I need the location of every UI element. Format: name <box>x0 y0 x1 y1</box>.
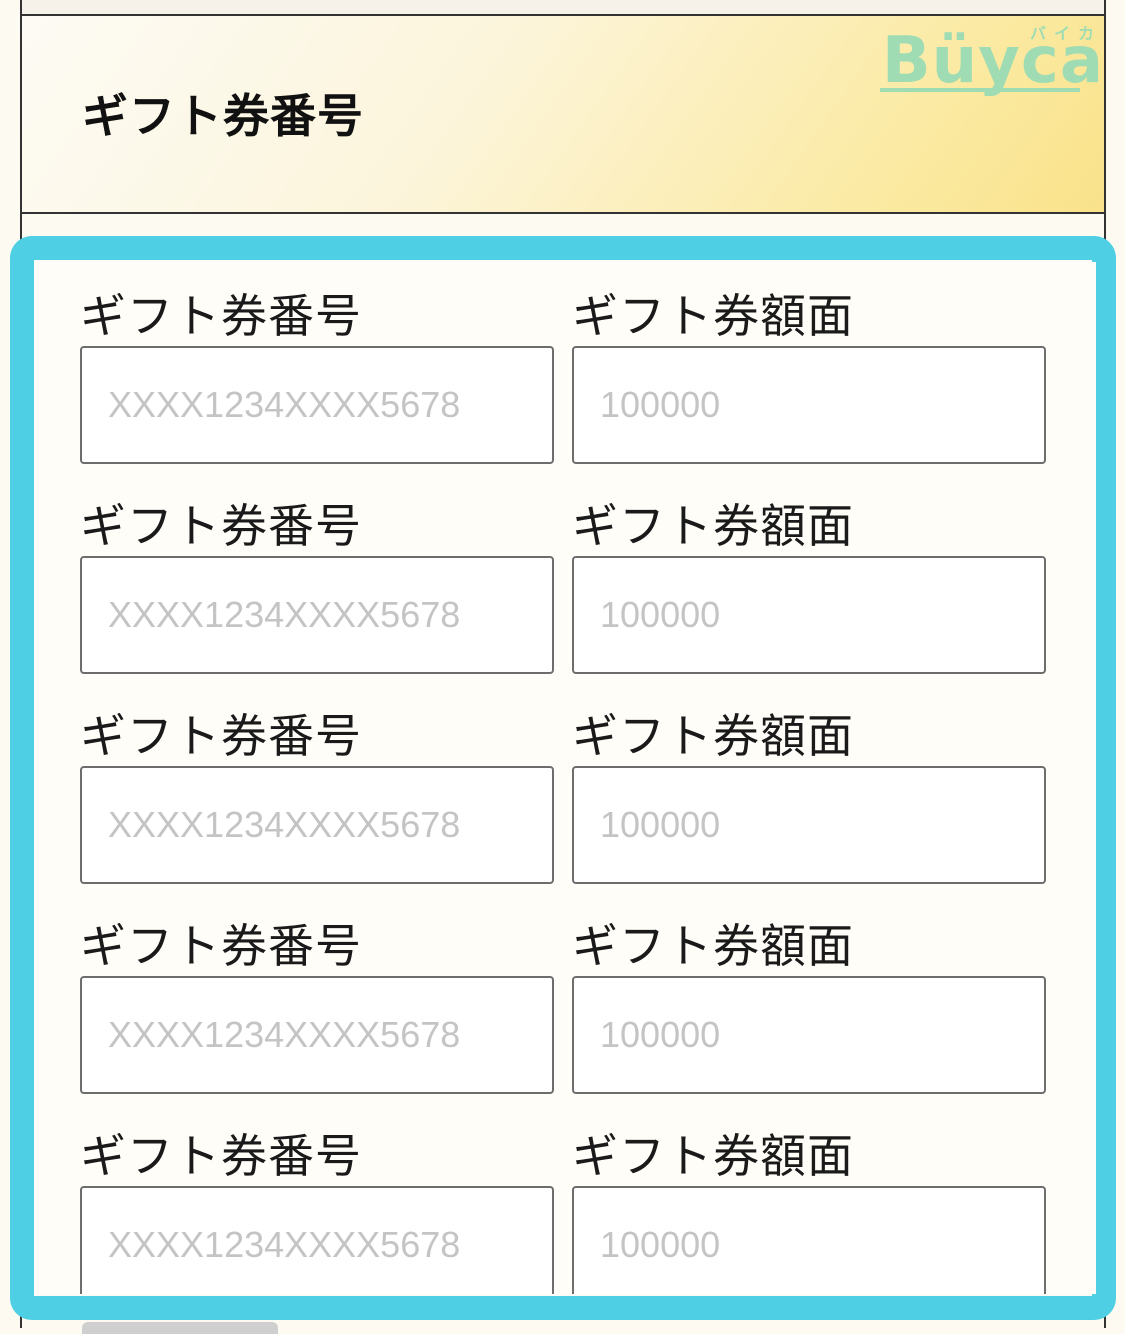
top-border-strip <box>20 0 1106 16</box>
gift-card-amount-input[interactable] <box>572 346 1046 464</box>
gift-card-amount-label: ギフト券額面 <box>572 709 854 763</box>
gift-card-number-label: ギフト券番号 <box>80 289 362 343</box>
gift-card-amount-label: ギフト券額面 <box>572 499 854 553</box>
gift-card-amount-label: ギフト券額面 <box>572 289 854 343</box>
gift-card-row: ギフト券番号 ギフト券額面 <box>36 682 1096 892</box>
section-header: ギフト券番号 バイカ Büyca <box>20 16 1106 214</box>
gift-card-number-label: ギフト券番号 <box>80 709 362 763</box>
gift-card-number-input[interactable] <box>80 556 554 674</box>
section-title: ギフト券番号 <box>82 89 364 143</box>
gift-card-number-input[interactable] <box>80 1186 554 1294</box>
gift-card-number-input[interactable] <box>80 346 554 464</box>
gift-card-form: ギフト券番号 ギフト券額面 ギフト券番号 ギフト券額面 ギフト券番号 ギフト券額… <box>36 262 1096 1294</box>
gift-card-row: ギフト券番号 ギフト券額面 <box>36 472 1096 682</box>
gift-card-number-label: ギフト券番号 <box>80 499 362 553</box>
gift-card-row: ギフト券番号 ギフト券額面 <box>36 892 1096 1102</box>
gift-card-amount-input[interactable] <box>572 976 1046 1094</box>
gift-card-number-label: ギフト券番号 <box>80 919 362 973</box>
gift-card-amount-label: ギフト券額面 <box>572 1129 854 1183</box>
logo-underline <box>880 88 1080 92</box>
gift-card-amount-label: ギフト券額面 <box>572 919 854 973</box>
gift-card-row: ギフト券番号 ギフト券額面 <box>36 262 1096 472</box>
gift-card-number-input[interactable] <box>80 766 554 884</box>
gift-card-amount-input[interactable] <box>572 766 1046 884</box>
gift-card-row: ギフト券番号 ギフト券額面 <box>36 1102 1096 1294</box>
gift-card-amount-input[interactable] <box>572 1186 1046 1294</box>
logo-text: Büyca <box>881 24 1104 98</box>
gift-card-number-label: ギフト券番号 <box>80 1129 362 1183</box>
bottom-button-edge[interactable] <box>82 1322 278 1334</box>
gift-card-amount-input[interactable] <box>572 556 1046 674</box>
gift-card-number-input[interactable] <box>80 976 554 1094</box>
